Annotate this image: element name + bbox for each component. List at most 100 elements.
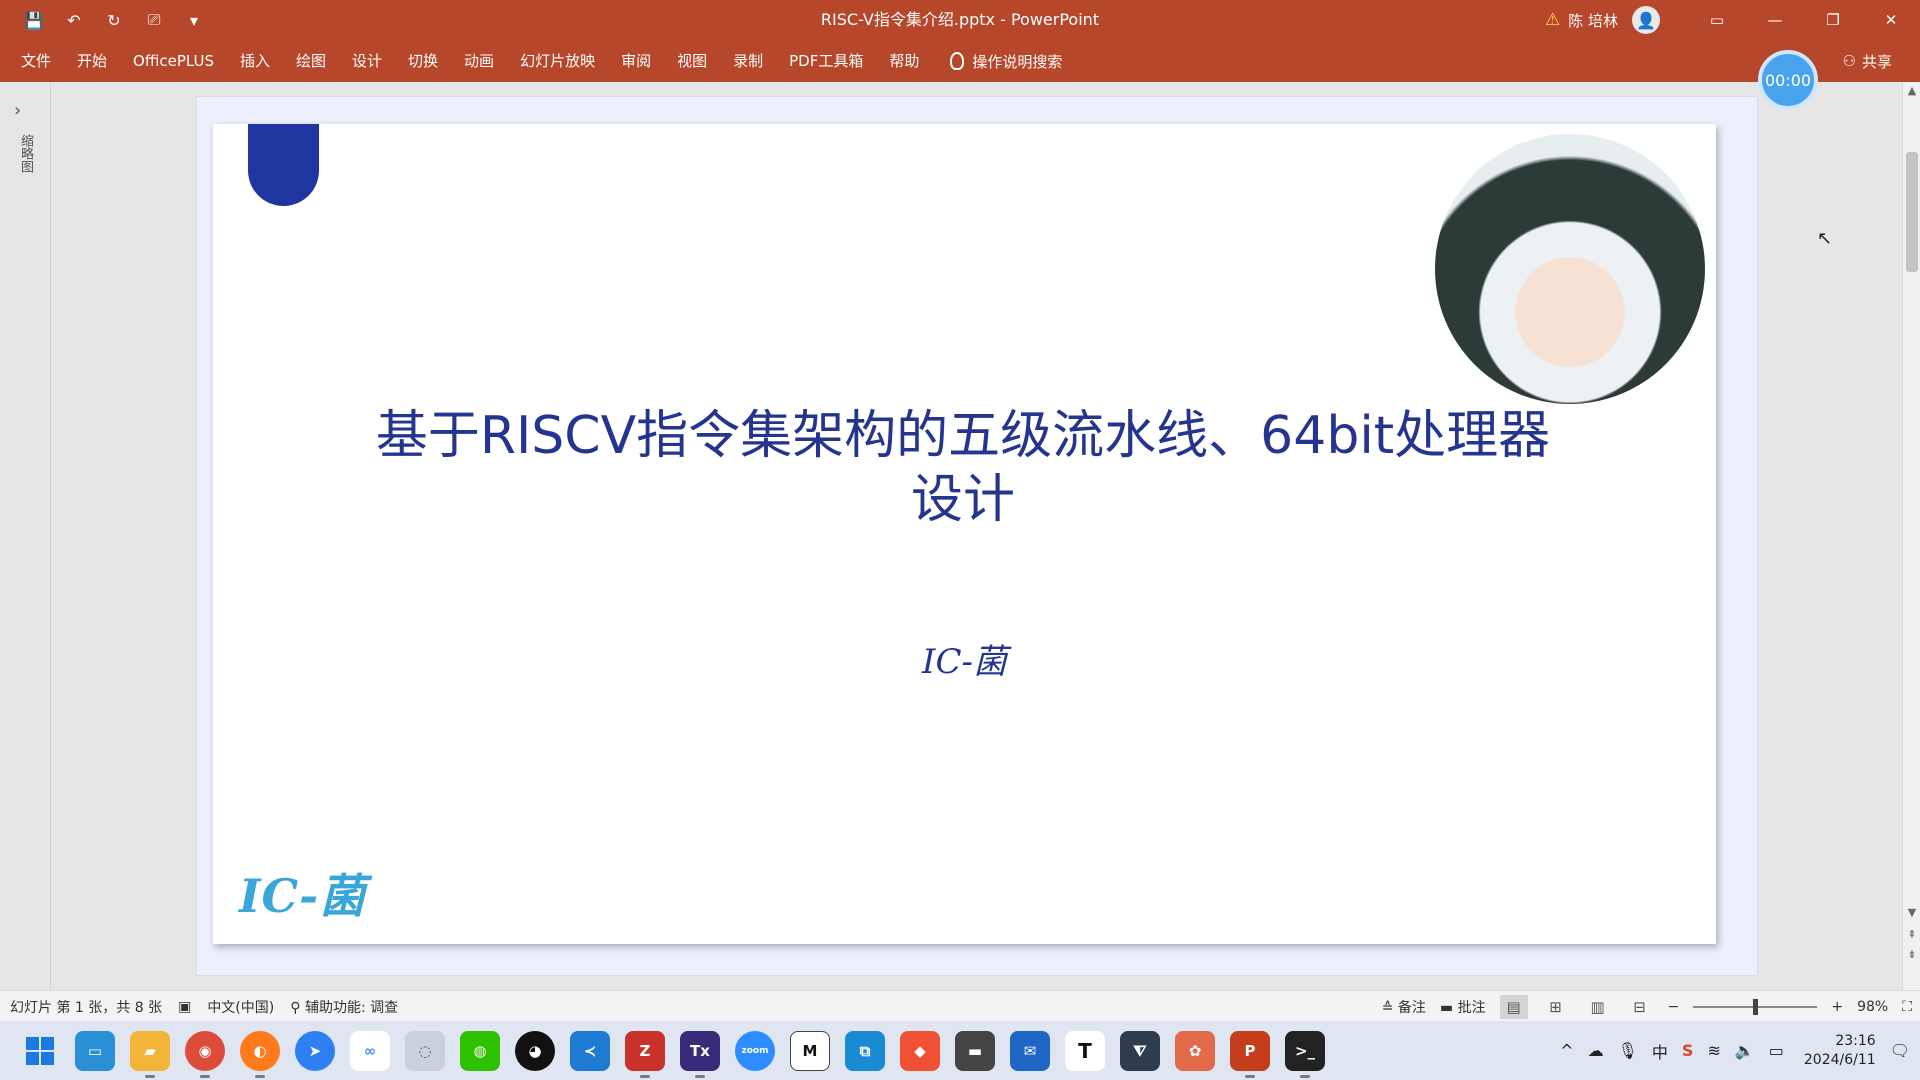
show-hidden-icons-icon[interactable]: ^ [1560,1041,1573,1060]
xmind-icon[interactable]: ✿ [1175,1030,1215,1071]
zoom-slider-knob[interactable] [1753,998,1759,1015]
tab-pdf-toolbox[interactable]: PDF工具箱 [776,40,876,82]
file-explorer-icon[interactable]: ▰ [130,1030,170,1078]
vscode-icon[interactable]: ≺ [570,1030,610,1071]
scroll-up-icon[interactable]: ▲ [1903,84,1920,97]
clock[interactable]: 23:16 2024/6/11 [1804,1032,1876,1070]
tab-animations[interactable]: 动画 [451,40,507,82]
reading-view-icon[interactable]: ▥ [1584,995,1612,1019]
ribbon-tabs: 文件 开始 OfficePLUS 插入 绘图 设计 切换 动画 幻灯片放映 审阅… [0,40,1920,82]
powerpoint-icon[interactable]: P [1230,1030,1270,1078]
accessibility-status[interactable]: ⚲ 辅助功能: 调查 [290,997,398,1017]
battery-icon[interactable]: ▭ [1769,1041,1784,1060]
start-icon[interactable] [20,1031,60,1071]
tab-view[interactable]: 视图 [664,40,720,82]
tell-me-label: 操作说明搜索 [972,52,1063,71]
slide-logo[interactable]: IC-菌 [239,860,366,926]
present-from-start-icon[interactable]: ⎚ [140,6,168,34]
tab-slideshow[interactable]: 幻灯片放映 [507,40,608,82]
zoom-app-icon[interactable]: zoom [735,1030,775,1071]
language-indicator[interactable]: 中文(中国) [207,997,274,1017]
text-app-icon[interactable]: T [1065,1030,1105,1071]
tell-me-search[interactable]: 操作说明搜索 [932,51,1062,72]
undo-icon[interactable]: ↶ [60,6,88,34]
tab-help[interactable]: 帮助 [876,40,932,82]
tab-draw[interactable]: 绘图 [283,40,339,82]
tab-transitions[interactable]: 切换 [395,40,451,82]
tab-officeplus[interactable]: OfficePLUS [120,40,227,82]
texstudio-icon[interactable]: Tx [680,1030,720,1078]
onedrive-icon[interactable]: ☁ [1588,1041,1604,1060]
notes-button[interactable]: ≙ 备注 [1382,997,1426,1017]
slide-sorter-icon[interactable]: ⊞ [1542,995,1570,1019]
outlook-icon[interactable]: ✉ [1010,1030,1050,1071]
terminal-icon[interactable]: >_ [1285,1030,1325,1078]
minimize-icon[interactable]: — [1746,0,1804,40]
notification-icon[interactable]: 🗨 [1890,1041,1910,1060]
comments-button[interactable]: ▬ 批注 [1440,997,1486,1017]
slide-subtitle[interactable]: IC-菌 [213,634,1716,683]
warning-icon[interactable]: ⚠ [1545,10,1560,30]
redo-icon[interactable]: ↻ [100,6,128,34]
zoom-in-icon[interactable]: + [1831,999,1843,1015]
typora-icon[interactable]: M [790,1030,830,1071]
thumbnail-pane-label[interactable]: 缩略图 [16,134,35,173]
tab-design[interactable]: 设计 [339,40,395,82]
app-icon[interactable]: ◌ [405,1030,445,1071]
firefox-icon[interactable]: ◐ [240,1030,280,1078]
share-button[interactable]: ⚇ 共享 [1843,40,1892,82]
status-bar: 幻灯片 第 1 张，共 8 张 ▣ 中文(中国) ⚲ 辅助功能: 调查 ≙ 备注… [0,990,1920,1022]
zoom-slider[interactable] [1693,998,1818,1015]
user-name[interactable]: 陈 培林 [1568,10,1618,31]
slideshow-view-icon[interactable]: ⊟ [1626,995,1654,1019]
desktop-icon[interactable]: ▭ [75,1030,115,1071]
tab-home[interactable]: 开始 [64,40,120,82]
sogou-input-icon[interactable]: S [1682,1041,1694,1060]
baidu-netdisk-icon[interactable]: ∞ [350,1030,390,1071]
normal-view-icon[interactable]: ▤ [1499,994,1528,1019]
zotero-icon[interactable]: Z [625,1030,665,1078]
tab-record[interactable]: 录制 [720,40,776,82]
accessibility-label: 辅助功能: 调查 [304,999,399,1016]
scrollbar-thumb[interactable] [1906,152,1918,272]
chrome-icon[interactable]: ◉ [185,1030,225,1078]
ribbon-display-options-icon[interactable]: ▭ [1688,0,1746,40]
vertical-scrollbar[interactable]: ▲ ▼ ⇞ ⇟ [1902,82,1920,990]
volume-icon[interactable]: 🔈 [1735,1041,1755,1060]
close-icon[interactable]: ✕ [1862,0,1920,40]
git-icon[interactable]: ◆ [900,1030,940,1071]
zoom-out-icon[interactable]: − [1668,999,1680,1015]
feishu-icon[interactable]: ➤ [295,1030,335,1071]
tab-review[interactable]: 审阅 [608,40,664,82]
microphone-icon[interactable]: 🎙 [1618,1041,1638,1060]
vmware-icon[interactable]: ⧉ [845,1030,885,1071]
spellcheck-icon[interactable]: ▣ [178,999,191,1015]
save-icon[interactable]: 💾 [20,6,48,34]
slide-canvas[interactable]: 基于RISCV指令集架构的五级流水线、64bit处理器设计 IC-菌 IC-菌 [213,124,1716,944]
comments-label: 批注 [1457,999,1486,1016]
clock-date: 2024/6/11 [1803,1051,1876,1068]
zoom-level[interactable]: 98% [1857,999,1888,1015]
restore-icon[interactable]: ❐ [1804,0,1862,40]
tab-file[interactable]: 文件 [8,40,64,82]
customize-qat-icon[interactable]: ▾ [180,6,208,34]
ime-indicator[interactable]: 中 [1652,1039,1668,1063]
sourcetree-icon[interactable]: ⧨ [1120,1030,1160,1071]
qq-icon[interactable]: ◕ [515,1030,555,1071]
tab-insert[interactable]: 插入 [227,40,283,82]
wifi-icon[interactable]: ≋ [1707,1041,1720,1060]
window-icon[interactable]: ▬ [955,1030,995,1071]
user-avatar-icon[interactable]: 👤 [1632,6,1660,34]
next-slide-icon[interactable]: ⇟ [1903,948,1920,961]
previous-slide-icon[interactable]: ⇞ [1903,928,1920,941]
scroll-down-icon[interactable]: ▼ [1903,906,1920,919]
wechat-icon[interactable]: ◍ [460,1030,500,1071]
notes-icon: ≙ [1381,999,1398,1016]
slide-title[interactable]: 基于RISCV指令集架构的五级流水线、64bit处理器设计 [363,404,1563,532]
recording-timer[interactable]: 00:00 [1758,50,1818,110]
anime-portrait-image[interactable] [1435,134,1705,404]
notes-label: 备注 [1397,999,1426,1016]
fit-to-window-icon[interactable]: ⛶ [1902,999,1912,1015]
clock-time: 23:16 [1835,1032,1876,1049]
expand-thumbnails-icon[interactable]: › [14,100,21,121]
